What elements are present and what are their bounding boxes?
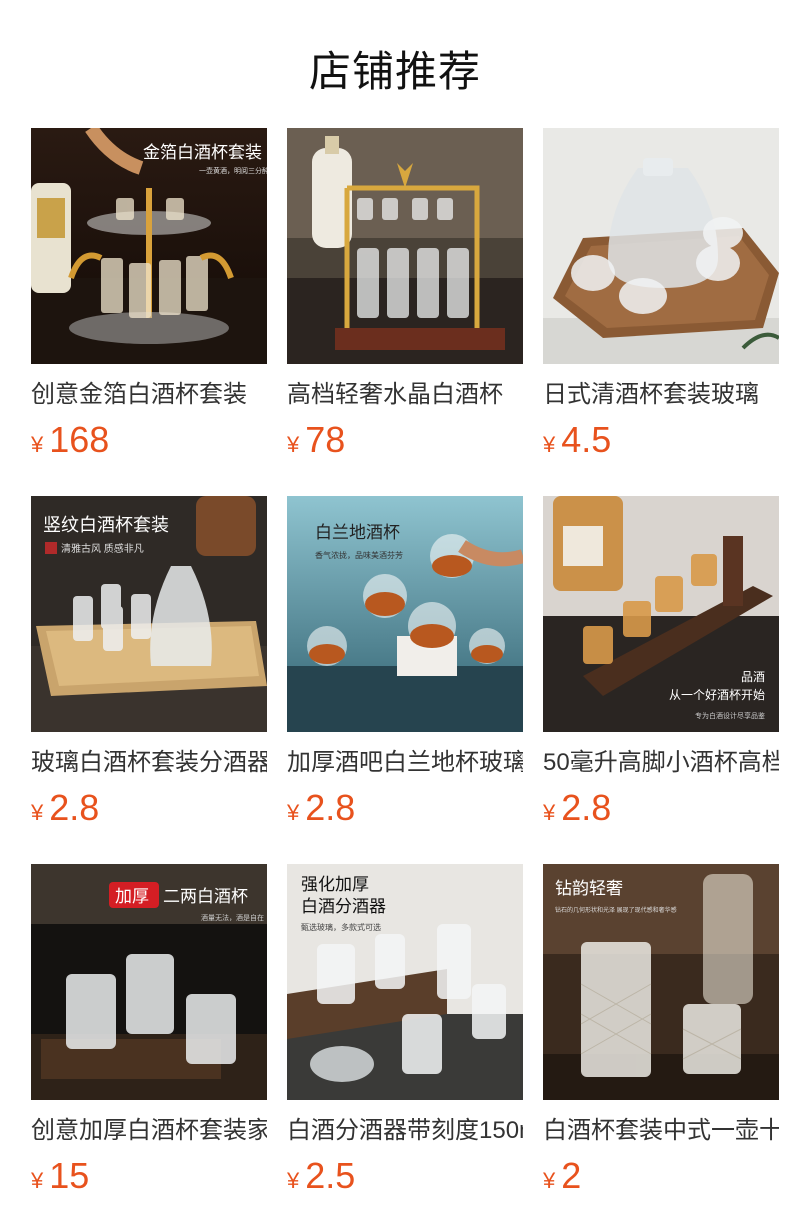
price-value: 168 (49, 419, 110, 460)
product-name[interactable]: 玻璃白酒杯套装分酒器 (31, 748, 267, 778)
overlay-text: 白酒分酒器 (301, 897, 386, 916)
product-name[interactable]: 日式清酒杯套装玻璃 (543, 380, 779, 410)
currency-symbol: ¥ (31, 1168, 44, 1193)
product-card[interactable]: 加厚 二两白酒杯 酒量无法，酒是自在 创意加厚白酒杯套装家用 ¥15 (31, 864, 267, 1204)
product-price: ¥4.5 (543, 420, 779, 468)
product-image[interactable]: 白兰地酒杯 香气浓拢，品味美酒芬芳 (287, 496, 523, 732)
overlay-text: 二两白酒杯 (163, 887, 248, 906)
currency-symbol: ¥ (543, 800, 556, 825)
product-card[interactable]: 金箔白酒杯套装 一壶黄酒，明阅三分醉 创意金箔白酒杯套装 ¥168 (31, 128, 267, 468)
overlay-text: 从一个好酒杯开始 (669, 688, 765, 702)
product-image[interactable]: 竖纹白酒杯套装 清雅古风 质感非凡 (31, 496, 267, 732)
product-image[interactable]: 强化加厚 白酒分酒器 甄选玻璃，多款式可选 (287, 864, 523, 1100)
product-price: ¥78 (287, 420, 523, 468)
product-image[interactable] (287, 128, 523, 364)
product-image[interactable]: 品酒 从一个好酒杯开始 专为白酒设计尽享品鉴 (543, 496, 779, 732)
currency-symbol: ¥ (31, 800, 44, 825)
overlay-text: 品酒 (741, 670, 765, 684)
currency-symbol: ¥ (31, 432, 44, 457)
product-price: ¥2.8 (543, 788, 779, 836)
price-value: 2.8 (49, 787, 100, 828)
overlay-text: 钻石的几何形状和光泽 展现了现代感和奢华感 (555, 906, 677, 914)
product-price: ¥15 (31, 1156, 267, 1204)
product-card[interactable]: 钻韵轻奢 钻石的几何形状和光泽 展现了现代感和奢华感 白酒杯套装中式一壶十杯 ¥… (543, 864, 779, 1204)
product-name[interactable]: 白酒杯套装中式一壶十杯 (543, 1116, 779, 1146)
product-card[interactable]: 品酒 从一个好酒杯开始 专为白酒设计尽享品鉴 50毫升高脚小酒杯高档 ¥2.8 (543, 496, 779, 836)
product-name[interactable]: 加厚酒吧白兰地杯玻璃 (287, 748, 523, 778)
product-card[interactable]: 高档轻奢水晶白酒杯 ¥78 (287, 128, 523, 468)
price-value: 2 (561, 1155, 582, 1196)
product-card[interactable]: 竖纹白酒杯套装 清雅古风 质感非凡 玻璃白酒杯套装分酒器 ¥2.8 (31, 496, 267, 836)
overlay-text: 专为白酒设计尽享品鉴 (695, 711, 765, 720)
product-image[interactable] (543, 128, 779, 364)
currency-symbol: ¥ (543, 432, 556, 457)
price-value: 2.8 (561, 787, 612, 828)
product-card[interactable]: 强化加厚 白酒分酒器 甄选玻璃，多款式可选 白酒分酒器带刻度150ml ¥2.5 (287, 864, 523, 1204)
product-price: ¥168 (31, 420, 267, 468)
overlay-text: 一壶黄酒，明阅三分醉 (199, 166, 267, 175)
currency-symbol: ¥ (287, 800, 300, 825)
product-name[interactable]: 创意金箔白酒杯套装 (31, 380, 267, 410)
overlay-text: 钻韵轻奢 (555, 879, 623, 898)
overlay-text: 金箔白酒杯套装 (143, 143, 262, 162)
currency-symbol: ¥ (287, 1168, 300, 1193)
overlay-text: 加厚 (115, 887, 149, 906)
price-value: 78 (305, 419, 346, 460)
product-image[interactable]: 金箔白酒杯套装 一壶黄酒，明阅三分醉 (31, 128, 267, 364)
currency-symbol: ¥ (543, 1168, 556, 1193)
overlay-text: 酒量无法，酒是自在 (201, 913, 264, 922)
product-image[interactable]: 加厚 二两白酒杯 酒量无法，酒是自在 (31, 864, 267, 1100)
price-value: 4.5 (561, 419, 612, 460)
page-title: 店铺推荐 (308, 48, 481, 95)
currency-symbol: ¥ (287, 432, 300, 457)
product-name[interactable]: 白酒分酒器带刻度150ml (287, 1116, 523, 1146)
overlay-text: 香气浓拢，品味美酒芬芳 (315, 550, 403, 560)
product-name[interactable]: 50毫升高脚小酒杯高档 (543, 748, 779, 778)
product-image[interactable]: 钻韵轻奢 钻石的几何形状和光泽 展现了现代感和奢华感 (543, 864, 779, 1100)
price-value: 2.8 (305, 787, 356, 828)
overlay-text: 白兰地酒杯 (315, 523, 400, 542)
overlay-text: 强化加厚 (301, 875, 369, 894)
product-name[interactable]: 创意加厚白酒杯套装家用 (31, 1116, 267, 1146)
product-price: ¥2.8 (287, 788, 523, 836)
overlay-text: 竖纹白酒杯套装 (43, 515, 169, 535)
product-card[interactable]: 白兰地酒杯 香气浓拢，品味美酒芬芳 加厚酒吧白兰地杯玻璃 ¥2.8 (287, 496, 523, 836)
price-value: 15 (49, 1155, 90, 1196)
overlay-text: 甄选玻璃，多款式可选 (301, 922, 381, 932)
price-value: 2.5 (305, 1155, 356, 1196)
overlay-text: 清雅古风 质感非凡 (61, 542, 144, 555)
product-price: ¥2.5 (287, 1156, 523, 1204)
product-price: ¥2.8 (31, 788, 267, 836)
product-name[interactable]: 高档轻奢水晶白酒杯 (287, 380, 523, 410)
product-card[interactable]: 日式清酒杯套装玻璃 ¥4.5 (543, 128, 779, 468)
product-price: ¥2 (543, 1156, 779, 1204)
